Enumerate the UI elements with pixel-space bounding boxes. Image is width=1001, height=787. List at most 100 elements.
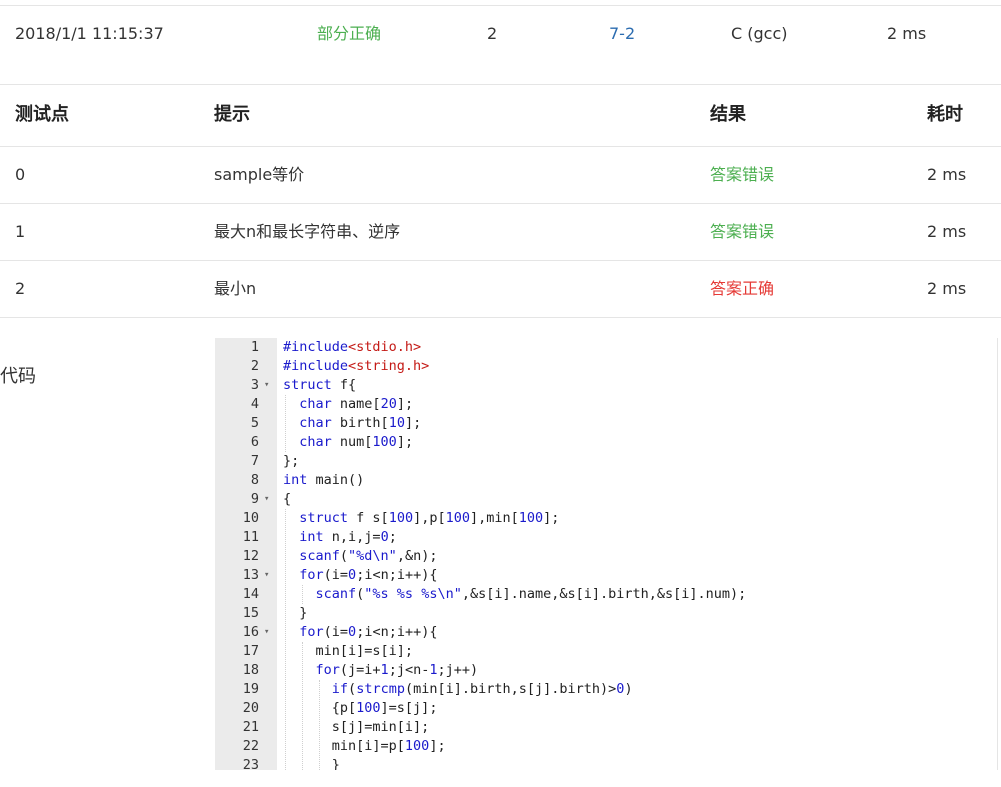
problem-link[interactable]: 7-2 <box>609 24 635 44</box>
line-number: 8 <box>250 472 259 488</box>
header-case: 测试点 <box>15 104 69 125</box>
case-time: 2 ms <box>927 279 967 298</box>
line-number: 5 <box>250 415 259 431</box>
runtime: 2 ms <box>887 24 927 43</box>
code-line: 19 if(strcmp(min[i].birth,s[j].birth)>0) <box>215 680 997 699</box>
code-line: 11 int n,i,j=0; <box>215 528 997 547</box>
case-id: 2 <box>15 279 26 298</box>
table-row: 1 最大n和最长字符串、逆序 答案错误 2 ms <box>0 204 1001 261</box>
code-text: char num[100]; <box>299 434 414 450</box>
header-hint: 提示 <box>214 104 250 125</box>
fold-arrow-icon[interactable]: ▾ <box>264 490 269 509</box>
line-number: 16 <box>242 624 259 640</box>
fold-arrow-icon[interactable]: ▾ <box>264 376 269 395</box>
line-number: 22 <box>242 738 259 754</box>
indent-guide <box>302 585 303 604</box>
line-number: 19 <box>242 681 259 697</box>
code-line: 7 }; <box>215 452 997 471</box>
code-line: 6 char num[100]; <box>215 433 997 452</box>
fold-arrow-icon[interactable]: ▾ <box>264 623 269 642</box>
code-text: {p[100]=s[j]; <box>283 700 438 716</box>
code-text: for(i=0;i<n;i++){ <box>299 567 438 583</box>
line-number: 14 <box>242 586 259 602</box>
code-text: scanf("%s %s %s\n",&s[i].name,&s[i].birt… <box>315 586 747 602</box>
submission-summary-row: 2018/1/1 11:15:37 部分正确 2 7-2 C (gcc) 2 m… <box>0 6 1001 85</box>
code-line: 4 char name[20]; <box>215 395 997 414</box>
code-line: 2 #include<string.h> <box>215 357 997 376</box>
code-text: } <box>283 605 308 621</box>
code-line: 14 scanf("%s %s %s\n",&s[i].name,&s[i].b… <box>215 585 997 604</box>
case-result: 答案错误 <box>710 165 775 184</box>
header-time: 耗时 <box>927 104 963 125</box>
fold-arrow-icon[interactable]: ▾ <box>264 566 269 585</box>
line-number: 15 <box>242 605 259 621</box>
table-row: 2 最小n 答案正确 2 ms <box>0 261 1001 318</box>
line-number: 3 <box>250 377 259 393</box>
case-hint: 最大n和最长字符串、逆序 <box>214 222 401 241</box>
code-line: 10 struct f s[100],p[100],min[100]; <box>215 509 997 528</box>
submit-time: 2018/1/1 11:15:37 <box>15 24 164 43</box>
code-section-label: 代码 <box>0 366 36 387</box>
line-number: 21 <box>242 719 259 735</box>
case-result: 答案正确 <box>710 279 775 298</box>
cases-table-header: 测试点 提示 结果 耗时 <box>0 85 1001 147</box>
code-text: for(i=0;i<n;i++){ <box>299 624 438 640</box>
code-text: #include<stdio.h> <box>283 339 422 355</box>
line-number: 2 <box>250 358 259 374</box>
code-line: 22 min[i]=p[100]; <box>215 737 997 756</box>
case-time: 2 ms <box>927 222 967 241</box>
code-text: min[i]=p[100]; <box>283 738 446 754</box>
line-number: 18 <box>242 662 259 678</box>
indent-guide <box>285 395 286 452</box>
code-editor[interactable]: 1 #include<stdio.h> 2 #include<string.h>… <box>215 338 998 770</box>
line-number: 10 <box>242 510 259 526</box>
line-number: 13 <box>242 567 259 583</box>
code-line: 17 min[i]=s[i]; <box>215 642 997 661</box>
line-number: 17 <box>242 643 259 659</box>
code-text: char name[20]; <box>299 396 414 412</box>
submission-status: 部分正确 <box>317 24 382 43</box>
indent-guide <box>302 642 303 770</box>
case-hint: 最小n <box>214 279 257 298</box>
code-text: struct f{ <box>283 377 357 393</box>
line-number: 1 <box>250 339 259 355</box>
code-text: } <box>283 757 340 770</box>
code-text: char birth[10]; <box>299 415 422 431</box>
case-time: 2 ms <box>927 165 967 184</box>
line-number: 12 <box>242 548 259 564</box>
line-number: 7 <box>250 453 259 469</box>
code-line: 8 int main() <box>215 471 997 490</box>
code-line: 16 ▾ for(i=0;i<n;i++){ <box>215 623 997 642</box>
code-line: 18 for(j=i+1;j<n-1;j++) <box>215 661 997 680</box>
code-text: int main() <box>283 472 365 488</box>
indent-guide <box>319 680 320 770</box>
header-result: 结果 <box>710 104 746 125</box>
code-text: #include<string.h> <box>283 358 430 374</box>
code-line: 9 ▾ { <box>215 490 997 509</box>
code-line: 23 } <box>215 756 997 770</box>
submission-score: 2 <box>487 24 498 43</box>
case-id: 0 <box>15 165 26 184</box>
line-number: 9 <box>250 491 259 507</box>
case-id: 1 <box>15 222 26 241</box>
code-line: 12 scanf("%d\n",&n); <box>215 547 997 566</box>
code-line: 3 ▾ struct f{ <box>215 376 997 395</box>
code-text: if(strcmp(min[i].birth,s[j].birth)>0) <box>331 681 633 697</box>
code-text: int n,i,j=0; <box>299 529 397 545</box>
line-number: 4 <box>250 396 259 412</box>
line-number: 11 <box>242 529 259 545</box>
case-hint: sample等价 <box>214 165 305 184</box>
indent-guide <box>285 509 286 770</box>
table-row: 0 sample等价 答案错误 2 ms <box>0 147 1001 204</box>
code-text: { <box>283 491 292 507</box>
code-line: 1 #include<stdio.h> <box>215 338 997 357</box>
code-line: 21 s[j]=min[i]; <box>215 718 997 737</box>
case-result: 答案错误 <box>710 222 775 241</box>
code-text: s[j]=min[i]; <box>283 719 430 735</box>
code-line: 13 ▾ for(i=0;i<n;i++){ <box>215 566 997 585</box>
code-text: struct f s[100],p[100],min[100]; <box>299 510 560 526</box>
code-text: for(j=i+1;j<n-1;j++) <box>315 662 479 678</box>
line-number: 23 <box>242 757 259 770</box>
code-line: 15 } <box>215 604 997 623</box>
code-line: 5 char birth[10]; <box>215 414 997 433</box>
